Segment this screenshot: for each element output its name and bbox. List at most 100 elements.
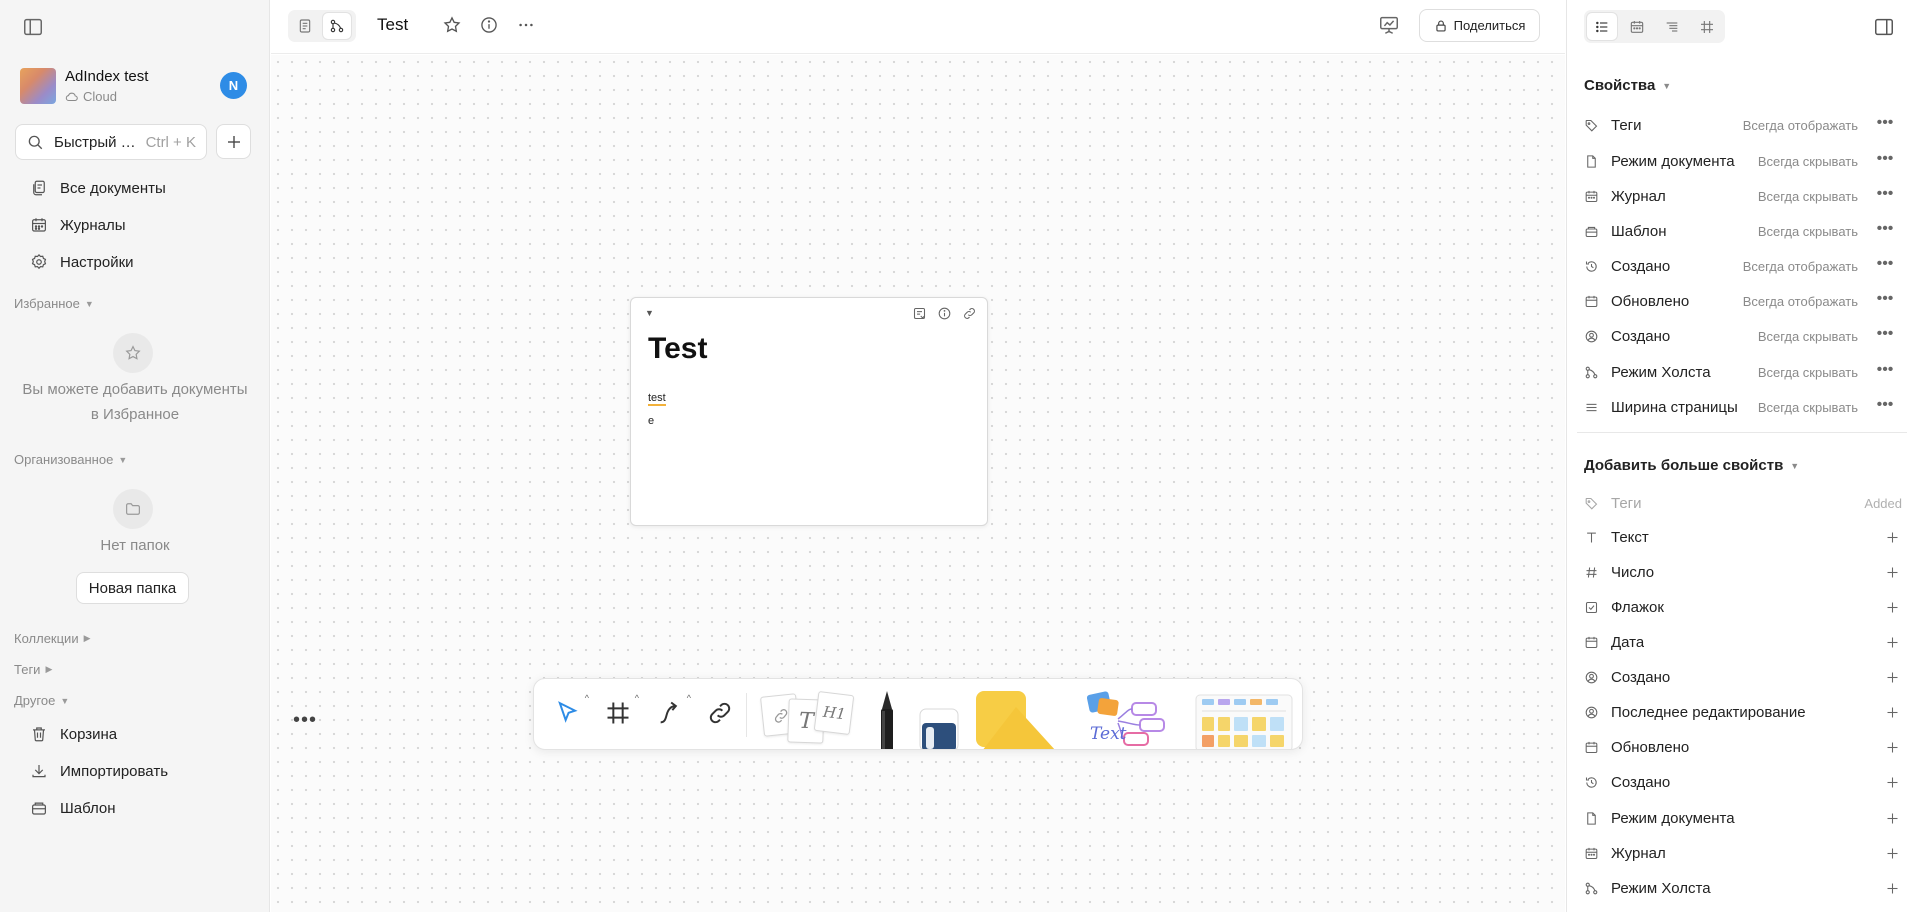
more-icon[interactable]: •••: [1874, 186, 1896, 205]
more-icon[interactable]: •••: [1874, 326, 1896, 345]
add-property-row[interactable]: Флажок: [1584, 593, 1902, 621]
property-row[interactable]: Режим Холста Всегда скрывать •••: [1584, 358, 1902, 386]
organized-section-toggle[interactable]: Организованное ▼: [14, 452, 127, 467]
property-visibility[interactable]: Всегда скрывать: [1758, 189, 1858, 204]
workspace-card[interactable]: AdIndex test Cloud: [20, 68, 250, 106]
property-row[interactable]: Режим документа Всегда скрывать •••: [1584, 147, 1902, 175]
info-icon[interactable]: [479, 15, 499, 35]
more-icon[interactable]: [516, 15, 536, 35]
plus-icon[interactable]: [1885, 565, 1900, 580]
property-visibility[interactable]: Всегда скрывать: [1758, 329, 1858, 344]
plus-icon[interactable]: [1885, 635, 1900, 650]
star-icon[interactable]: [442, 15, 462, 35]
note-block[interactable]: ▼ Test test e: [630, 297, 988, 526]
mindmap-tool-icon[interactable]: Text: [1082, 689, 1172, 749]
more-icon[interactable]: •••: [1874, 151, 1896, 170]
user-avatar[interactable]: N: [220, 72, 247, 99]
eraser-tool-icon[interactable]: [918, 705, 960, 749]
sidebar-toggle-icon[interactable]: [22, 16, 44, 38]
add-properties-section-toggle[interactable]: Добавить больше свойств ▼: [1584, 457, 1799, 474]
edgeless-canvas[interactable]: ▼ Test test e ••• ^ ^ ^ T H1 Text: [271, 55, 1565, 912]
edgeless-mode-button[interactable]: [323, 13, 351, 39]
property-visibility[interactable]: Всегда скрывать: [1758, 400, 1858, 415]
link-tool-icon[interactable]: [706, 699, 734, 727]
nav-template[interactable]: Шаблон: [30, 796, 116, 820]
right-sidebar-toggle-icon[interactable]: [1873, 16, 1895, 38]
more-icon[interactable]: •••: [1874, 291, 1896, 310]
property-row[interactable]: Теги Всегда отображать •••: [1584, 111, 1902, 139]
frame-tool-icon[interactable]: ^: [604, 693, 639, 727]
tab-outline[interactable]: [1657, 13, 1687, 40]
property-row[interactable]: Создано Всегда отображать •••: [1584, 252, 1902, 280]
new-page-button[interactable]: [216, 124, 251, 159]
properties-section-toggle[interactable]: Свойства ▼: [1584, 77, 1671, 94]
link-icon[interactable]: [962, 306, 977, 321]
toolbar-divider: [746, 693, 747, 737]
add-property-row[interactable]: Создано: [1584, 768, 1902, 796]
collapse-caret-icon[interactable]: ▼: [645, 308, 654, 318]
presentation-icon[interactable]: [1378, 14, 1400, 36]
document-title[interactable]: Test: [377, 15, 408, 35]
template-icon: [1584, 224, 1599, 239]
tags-section-toggle[interactable]: Теги ▶: [14, 662, 52, 677]
other-section-toggle[interactable]: Другое ▼: [14, 693, 69, 708]
property-visibility[interactable]: Всегда отображать: [1743, 259, 1858, 274]
property-row[interactable]: Журнал Всегда скрывать •••: [1584, 182, 1902, 210]
plus-icon[interactable]: [1885, 881, 1900, 896]
property-visibility[interactable]: Всегда отображать: [1743, 118, 1858, 133]
nav-all-documents[interactable]: Все документы: [30, 176, 166, 200]
plus-icon[interactable]: [1885, 705, 1900, 720]
more-icon[interactable]: •••: [1874, 221, 1896, 240]
add-property-row[interactable]: Режим Холста: [1584, 874, 1902, 902]
add-property-row[interactable]: Текст: [1584, 523, 1902, 551]
plus-icon[interactable]: [1885, 600, 1900, 615]
share-button[interactable]: Поделиться: [1419, 9, 1540, 42]
property-row[interactable]: Создано Всегда скрывать •••: [1584, 322, 1902, 350]
more-icon[interactable]: •••: [293, 709, 317, 732]
info-icon[interactable]: [937, 306, 952, 321]
plus-icon[interactable]: [1885, 811, 1900, 826]
select-tool-icon[interactable]: ^: [554, 693, 589, 727]
new-folder-button[interactable]: Новая папка: [76, 572, 189, 604]
add-property-row[interactable]: Режим документа: [1584, 804, 1902, 832]
add-property-row[interactable]: Создано: [1584, 663, 1902, 691]
more-icon[interactable]: •••: [1874, 397, 1896, 416]
property-row[interactable]: Обновлено Всегда отображать •••: [1584, 287, 1902, 315]
tab-journal[interactable]: [1622, 13, 1652, 40]
more-icon[interactable]: •••: [1874, 115, 1896, 134]
connector-tool-icon[interactable]: ^: [656, 693, 691, 727]
tab-properties[interactable]: [1587, 13, 1617, 40]
page-mode-button[interactable]: [291, 13, 319, 39]
property-row[interactable]: Шаблон Всегда скрывать •••: [1584, 217, 1902, 245]
property-visibility[interactable]: Всегда скрывать: [1758, 365, 1858, 380]
more-icon[interactable]: •••: [1874, 362, 1896, 381]
open-page-icon[interactable]: [912, 306, 927, 321]
add-property-row[interactable]: Обновлено: [1584, 733, 1902, 761]
shape-tool-icon[interactable]: [972, 687, 1062, 749]
collections-section-toggle[interactable]: Коллекции ▶: [14, 631, 91, 646]
plus-icon[interactable]: [1885, 775, 1900, 790]
property-visibility[interactable]: Всегда скрывать: [1758, 224, 1858, 239]
more-icon[interactable]: •••: [1874, 256, 1896, 275]
property-visibility[interactable]: Всегда отображать: [1743, 294, 1858, 309]
nav-journals[interactable]: Журналы: [30, 213, 126, 237]
add-property-row[interactable]: Число: [1584, 558, 1902, 586]
nav-trash[interactable]: Корзина: [30, 722, 117, 746]
plus-icon[interactable]: [1885, 530, 1900, 545]
plus-icon[interactable]: [1885, 740, 1900, 755]
add-property-row[interactable]: Дата: [1584, 628, 1902, 656]
nav-settings[interactable]: Настройки: [30, 250, 134, 274]
nav-import[interactable]: Импортировать: [30, 759, 168, 783]
plus-icon[interactable]: [1885, 670, 1900, 685]
tab-frames[interactable]: [1692, 13, 1722, 40]
add-property-row[interactable]: Последнее редактирование: [1584, 698, 1902, 726]
add-property-row[interactable]: Журнал: [1584, 839, 1902, 867]
quick-search-button[interactable]: Быстрый поиск Ctrl + K: [15, 124, 207, 160]
favorites-section-toggle[interactable]: Избранное ▼: [14, 296, 94, 311]
template-tool-icon[interactable]: [1194, 693, 1294, 749]
heading-card-tool-icon[interactable]: H1: [813, 690, 855, 736]
property-visibility[interactable]: Всегда скрывать: [1758, 154, 1858, 169]
plus-icon[interactable]: [1885, 846, 1900, 861]
pen-tool-icon[interactable]: [876, 691, 898, 749]
property-row[interactable]: Ширина страницы Всегда скрывать •••: [1584, 393, 1902, 421]
